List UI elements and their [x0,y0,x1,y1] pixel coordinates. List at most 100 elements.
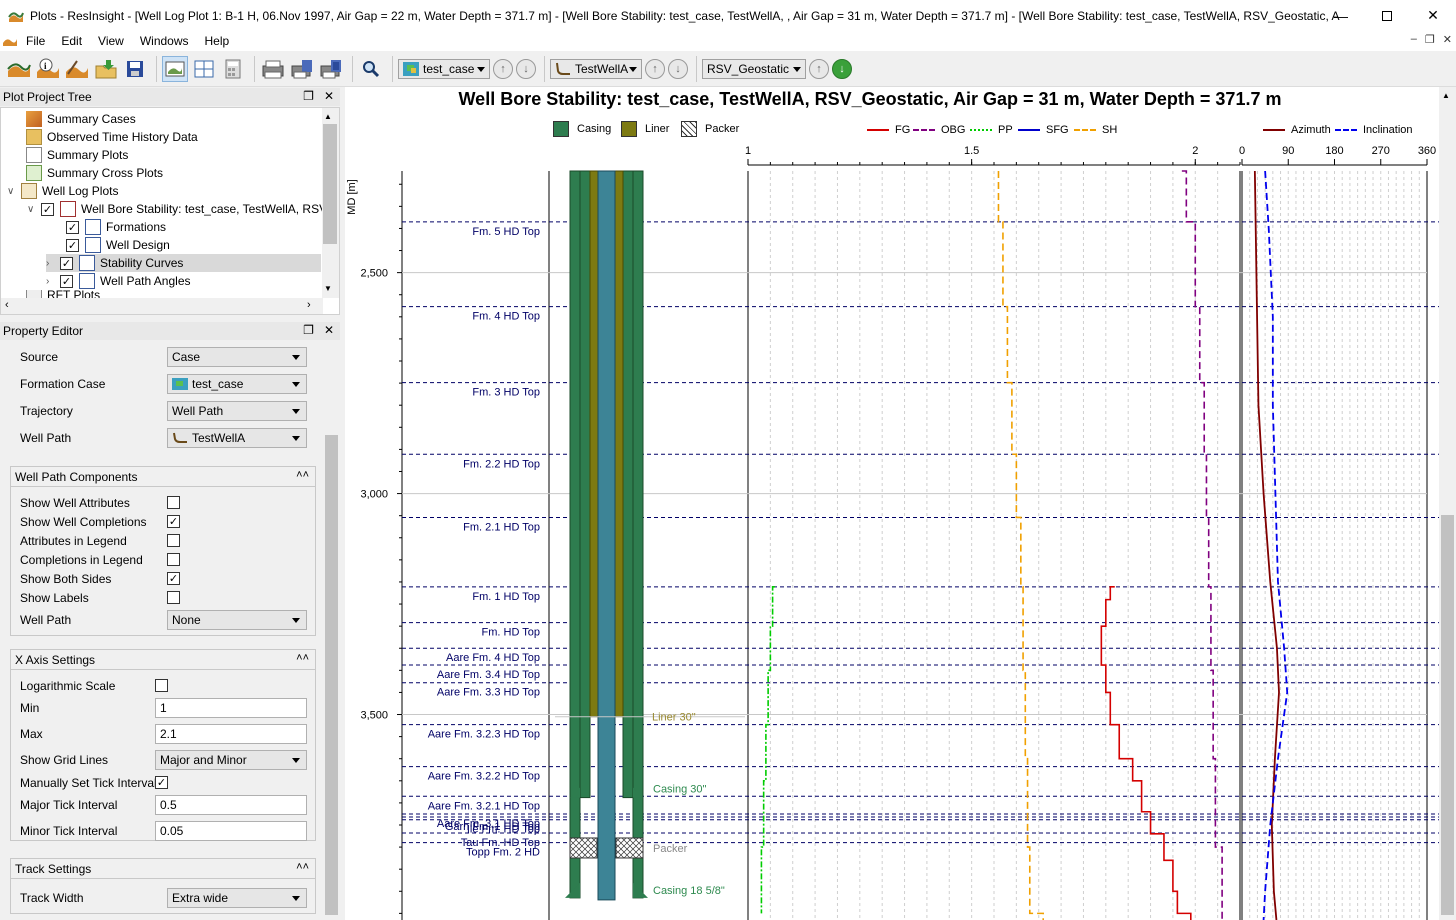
tree-label: Stability Curves [100,256,184,270]
wpc-header[interactable]: Well Path Components ˄˄ [11,467,315,487]
minimize-button[interactable]: — [1318,0,1364,31]
stability-curves-checkbox[interactable]: ✓ [60,256,73,270]
mdi-close-icon[interactable]: ✕ [1443,33,1452,46]
plot-vertical-scrollbar[interactable]: ▲ [1439,87,1456,920]
wpc-option-checkbox[interactable] [167,553,180,566]
scroll-down-icon[interactable]: ▼ [324,284,332,293]
next-case-button[interactable]: ↓ [516,58,536,79]
xaxis-header[interactable]: X Axis Settings ˄˄ [11,650,315,670]
zoom-all-button[interactable] [358,56,384,82]
close-button[interactable]: ✕ [1410,0,1456,31]
tree-vertical-scrollbar[interactable]: ▲ ▼ [322,108,339,298]
wpc-option-checkbox[interactable]: ✓ [167,515,180,528]
trajectory-combo[interactable]: Well Path [167,401,307,421]
source-combo[interactable]: Case [167,347,307,367]
import-info-button[interactable]: i [35,56,61,82]
min-input[interactable]: 1 [155,698,307,718]
close-panel-icon[interactable]: ✕ [324,89,334,103]
menu-file[interactable]: File [18,34,53,48]
import-eclipse-case-button[interactable] [6,56,32,82]
tree-item-well-design[interactable]: ✓ Well Design [66,236,170,254]
track-icon [79,273,95,289]
chevron-right-icon[interactable]: › [46,258,56,269]
snapshot-all-button[interactable] [318,56,344,82]
scroll-up-icon[interactable]: ▲ [324,112,332,121]
tree-item-cross-plots[interactable]: Summary Cross Plots [26,164,163,182]
previous-result-button[interactable]: ↑ [809,58,829,79]
tree-item-stability-curves[interactable]: › ✓ Stability Curves [46,254,321,272]
close-panel-icon[interactable]: ✕ [324,323,334,337]
mdi-restore-icon[interactable]: ❐ [1425,33,1435,46]
tree-horizontal-scrollbar[interactable]: ‹ › [1,298,323,314]
open-project-button[interactable] [93,56,119,82]
minor-tick-input[interactable]: 0.05 [155,821,307,841]
track-width-combo[interactable]: Extra wide [167,888,307,908]
tree-item-summary-plots[interactable]: Summary Plots [26,146,128,164]
next-result-button[interactable]: ↓ [832,58,852,79]
well-design-checkbox[interactable]: ✓ [66,238,79,252]
chevron-down-icon[interactable]: ∨ [27,204,37,215]
manual-ticks-checkbox[interactable]: ✓ [155,776,168,789]
menu-help[interactable]: Help [197,34,238,48]
tree-item-observed-data[interactable]: Observed Time History Data [26,128,198,146]
snapshot-button[interactable] [260,56,286,82]
save-project-button[interactable] [122,56,148,82]
tree-item-formations[interactable]: ✓ Formations [66,218,166,236]
snapshot-to-file-button[interactable] [289,56,315,82]
collapse-icon[interactable]: ˄˄ [296,861,309,873]
trajectory-value: Well Path [172,404,224,418]
tree-item-wbs-plot[interactable]: ∨ ✓ Well Bore Stability: test_case, TestWe… [27,200,334,218]
well-selector[interactable]: TestWellA [550,58,642,79]
tile-windows-button[interactable] [191,56,217,82]
previous-well-button[interactable]: ↑ [645,58,665,79]
curve-azimuth [1253,170,1280,920]
wpc-option-checkbox[interactable] [167,534,180,547]
grid-lines-combo[interactable]: Major and Minor [155,750,307,770]
chevron-down-icon[interactable]: ∨ [7,186,17,197]
scroll-left-icon[interactable]: ‹ [5,299,9,311]
case-selector[interactable]: test_case [398,58,490,79]
plot-scroll-thumb[interactable] [1441,515,1454,915]
tree-item-summary-cases[interactable]: Summary Cases [26,110,136,128]
previous-case-button[interactable]: ↑ [493,58,513,79]
chevron-right-icon[interactable]: › [46,276,56,287]
track-settings-header[interactable]: Track Settings ˄˄ [11,859,315,879]
property-scroll-thumb[interactable] [325,435,338,915]
max-input[interactable]: 2.1 [155,724,307,744]
snapshot-file-icon [291,59,312,78]
formation-label: Fm. HD Top [482,627,540,639]
wpc-option-checkbox[interactable] [167,591,180,604]
wpc-option-checkbox[interactable] [167,496,180,509]
log-scale-checkbox[interactable] [155,679,168,692]
property-scrollbar[interactable] [323,340,340,920]
formations-checkbox[interactable]: ✓ [66,220,79,234]
tree-item-well-log-plots[interactable]: ∨ Well Log Plots [7,182,118,200]
wellpath-combo[interactable]: TestWellA [167,428,307,448]
toggle-view-3d-button[interactable] [162,55,188,82]
scroll-right-icon[interactable]: › [307,299,311,311]
collapse-icon[interactable]: ˄˄ [296,469,309,481]
float-panel-icon[interactable]: ❐ [303,323,314,337]
import-geomech-button[interactable] [64,56,90,82]
well-path-angles-checkbox[interactable]: ✓ [60,274,73,288]
wpc-option-label: Attributes in Legend [20,534,127,548]
float-panel-icon[interactable]: ❐ [303,89,314,103]
wpc-wellpath-combo[interactable]: None [167,610,307,630]
menu-windows[interactable]: Windows [132,34,197,48]
result-selector[interactable]: RSV_Geostatic [702,58,806,79]
scroll-up-icon[interactable]: ▲ [1442,91,1450,100]
collapse-icon[interactable]: ˄˄ [296,652,309,664]
major-tick-input[interactable]: 0.5 [155,795,307,815]
wpc-option-checkbox[interactable]: ✓ [167,572,180,585]
mdi-minimize-icon[interactable]: – [1411,33,1417,46]
next-well-button[interactable]: ↓ [668,58,688,79]
tree-scroll-thumb[interactable] [323,124,337,244]
wbs-plot-checkbox[interactable]: ✓ [41,202,54,216]
maximize-button[interactable] [1364,0,1410,31]
formation-case-combo[interactable]: test_case [167,374,307,394]
menu-edit[interactable]: Edit [53,34,90,48]
tree-item-well-path-angles[interactable]: › ✓ Well Path Angles [46,272,191,290]
menu-view[interactable]: View [90,34,132,48]
grid-case-icon [403,61,419,76]
calculator-button[interactable] [220,56,246,82]
